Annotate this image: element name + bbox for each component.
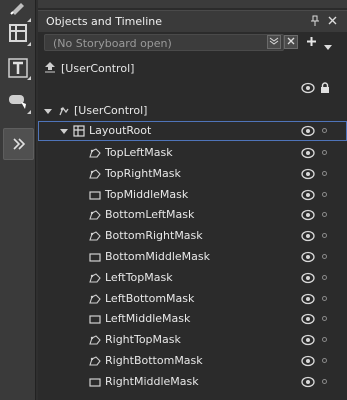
tree-node-layoutroot[interactable]: LayoutRoot bbox=[38, 121, 347, 141]
options-chevron-icon[interactable] bbox=[324, 40, 332, 53]
close-icon[interactable] bbox=[328, 15, 337, 28]
tree-node-label: RightBottomMask bbox=[105, 354, 203, 367]
tree-node-label: [UserControl] bbox=[74, 104, 148, 117]
path-icon bbox=[89, 147, 101, 159]
visibility-eye-icon[interactable] bbox=[301, 125, 315, 140]
grid-icon bbox=[73, 125, 85, 137]
expand-toolbox-icon[interactable] bbox=[3, 128, 34, 160]
scope-row[interactable]: [UserControl] bbox=[38, 58, 347, 80]
tree-node-label: BottomMiddleMask bbox=[105, 250, 211, 263]
close-storyboard-icon[interactable] bbox=[284, 35, 298, 49]
scope-up-icon[interactable] bbox=[44, 61, 56, 76]
tree-node-label: LeftBottomMask bbox=[105, 292, 195, 305]
tree-node-usercontrol[interactable]: [UserControl] bbox=[38, 101, 347, 121]
lock-toggle-icon[interactable] bbox=[322, 296, 327, 301]
toolbox bbox=[0, 0, 36, 400]
visibility-eye-icon[interactable] bbox=[301, 251, 315, 266]
panel-title: Objects and Timeline bbox=[46, 15, 163, 28]
path-icon bbox=[89, 168, 101, 180]
visibility-eye-icon[interactable] bbox=[301, 147, 315, 162]
usercontrol-icon bbox=[58, 105, 70, 117]
tree-node-label: LeftMiddleMask bbox=[105, 312, 191, 325]
tree-node-label: LeftTopMask bbox=[105, 271, 173, 284]
tree-node-righttopmask[interactable]: RightTopMask bbox=[38, 330, 347, 350]
tree-node-label: TopRightMask bbox=[105, 167, 181, 180]
visibility-eye-icon[interactable] bbox=[301, 272, 315, 287]
expand-arrow-icon[interactable] bbox=[44, 106, 52, 114]
visibility-eye-icon[interactable] bbox=[301, 313, 315, 328]
storyboard-dropdown-icon[interactable] bbox=[267, 35, 281, 49]
show-all-eye-icon[interactable] bbox=[301, 82, 315, 97]
tree-node-bottommiddlemask[interactable]: BottomMiddleMask bbox=[38, 247, 347, 267]
lock-toggle-icon[interactable] bbox=[322, 192, 327, 197]
visibility-eye-icon[interactable] bbox=[301, 230, 315, 245]
rectangle-icon bbox=[89, 376, 101, 388]
tree-node-topmiddlemask[interactable]: TopMiddleMask bbox=[38, 185, 347, 205]
path-icon bbox=[89, 209, 101, 221]
panel-header: Objects and Timeline bbox=[38, 10, 347, 33]
storyboard-placeholder: (No Storyboard open) bbox=[53, 37, 172, 50]
visibility-eye-icon[interactable] bbox=[301, 334, 315, 349]
rectangle-icon bbox=[89, 251, 101, 263]
visibility-header-row bbox=[38, 80, 347, 98]
tree-node-topleftmask[interactable]: TopLeftMask bbox=[38, 143, 347, 163]
path-icon bbox=[89, 334, 101, 346]
visibility-eye-icon[interactable] bbox=[301, 168, 315, 183]
expand-arrow-icon[interactable] bbox=[60, 126, 68, 134]
visibility-eye-icon[interactable] bbox=[301, 189, 315, 204]
lock-toggle-icon[interactable] bbox=[322, 337, 327, 342]
lock-toggle-icon[interactable] bbox=[322, 275, 327, 280]
storyboard-picker[interactable]: (No Storyboard open) bbox=[44, 34, 284, 51]
lock-toggle-icon[interactable] bbox=[322, 233, 327, 238]
path-icon bbox=[89, 272, 101, 284]
visibility-eye-icon[interactable] bbox=[301, 293, 315, 308]
lock-toggle-icon[interactable] bbox=[322, 254, 327, 259]
tree-node-label: RightTopMask bbox=[105, 333, 181, 346]
comment-tool-icon[interactable] bbox=[3, 88, 32, 115]
pin-icon[interactable] bbox=[310, 15, 320, 30]
tree-node-label: TopLeftMask bbox=[105, 146, 173, 159]
tree-node-leftmiddlemask[interactable]: LeftMiddleMask bbox=[38, 309, 347, 329]
text-tool-icon[interactable] bbox=[3, 54, 32, 81]
storyboard-row: (No Storyboard open) bbox=[38, 32, 347, 54]
add-storyboard-icon[interactable] bbox=[306, 36, 317, 50]
visibility-eye-icon[interactable] bbox=[301, 376, 315, 391]
tree-node-toprightmask[interactable]: TopRightMask bbox=[38, 164, 347, 184]
tree-node-leftbottommask[interactable]: LeftBottomMask bbox=[38, 289, 347, 309]
visibility-eye-icon[interactable] bbox=[301, 209, 315, 224]
lock-toggle-icon[interactable] bbox=[322, 128, 327, 133]
lock-toggle-icon[interactable] bbox=[322, 171, 327, 176]
lock-toggle-icon[interactable] bbox=[322, 316, 327, 321]
visibility-eye-icon[interactable] bbox=[301, 355, 315, 370]
grid-tool-icon[interactable] bbox=[3, 20, 32, 47]
tree-node-rightbottommask[interactable]: RightBottomMask bbox=[38, 351, 347, 371]
path-icon bbox=[89, 355, 101, 367]
path-icon bbox=[89, 293, 101, 305]
panel-top-strip bbox=[38, 0, 347, 8]
path-icon bbox=[89, 230, 101, 242]
tree-node-label: BottomLeftMask bbox=[105, 208, 195, 221]
tree-node-label: BottomRightMask bbox=[105, 229, 203, 242]
lock-toggle-icon[interactable] bbox=[322, 379, 327, 384]
scope-label: [UserControl] bbox=[61, 62, 135, 75]
rectangle-icon bbox=[89, 189, 101, 201]
tree-node-lefttopmask[interactable]: LeftTopMask bbox=[38, 268, 347, 288]
tree-node-bottomrightmask[interactable]: BottomRightMask bbox=[38, 226, 347, 246]
tree-node-label: TopMiddleMask bbox=[105, 188, 189, 201]
tree-node-rightmiddlemask[interactable]: RightMiddleMask bbox=[38, 372, 347, 392]
lock-toggle-icon[interactable] bbox=[322, 358, 327, 363]
tree-node-bottomleftmask[interactable]: BottomLeftMask bbox=[38, 205, 347, 225]
tree-node-label: LayoutRoot bbox=[89, 124, 152, 137]
lock-all-icon[interactable] bbox=[320, 82, 330, 97]
tree-node-label: RightMiddleMask bbox=[105, 375, 199, 388]
objects-timeline-panel: Objects and Timeline (No Storyboard open… bbox=[38, 0, 347, 400]
lock-toggle-icon[interactable] bbox=[322, 212, 327, 217]
lock-toggle-icon[interactable] bbox=[322, 150, 327, 155]
rectangle-icon bbox=[89, 313, 101, 325]
